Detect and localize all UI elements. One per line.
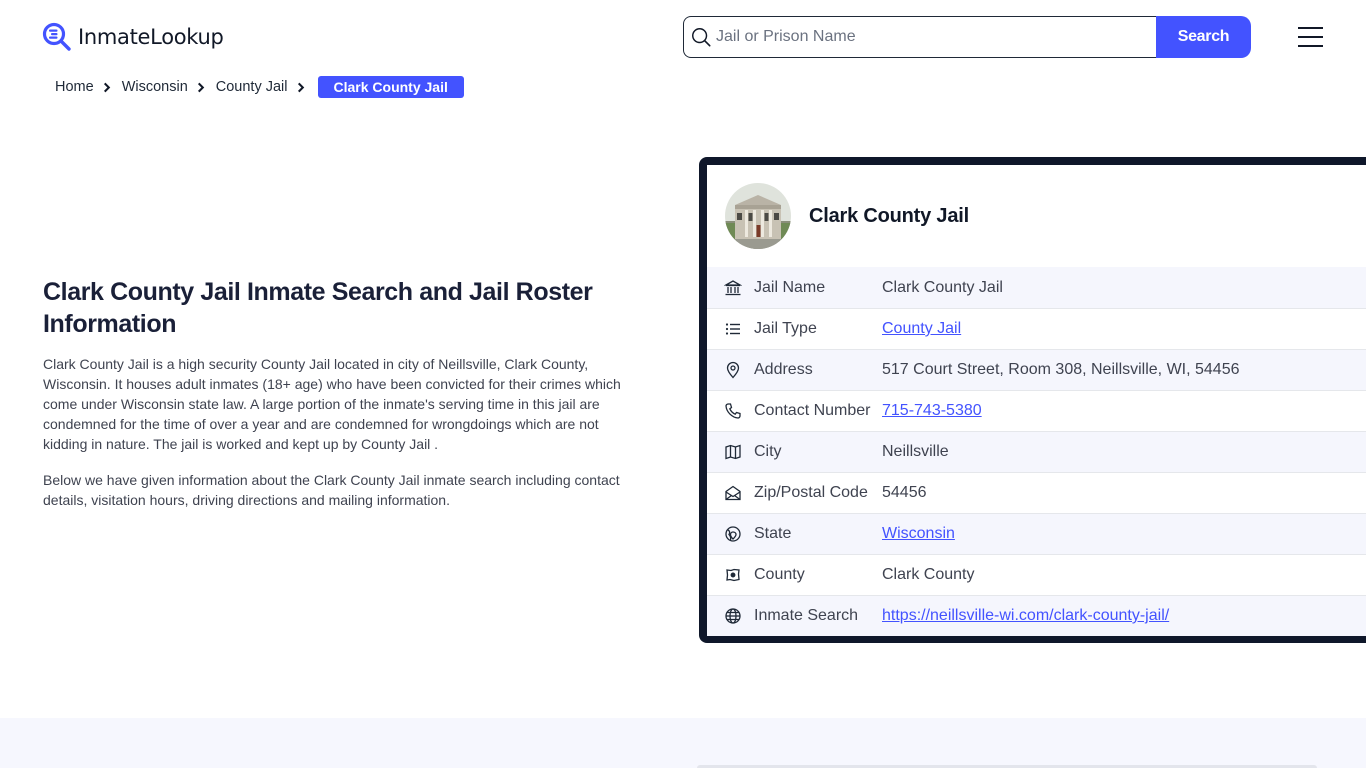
phone-link[interactable]: 715-743-5380 xyxy=(882,402,982,419)
info-row-city: City Neillsville xyxy=(707,431,1366,472)
info-row-zip: Zip/Postal Code 54456 xyxy=(707,472,1366,513)
info-row-inmate-search: Inmate Search https://neillsville-wi.com… xyxy=(707,595,1366,636)
phone-icon xyxy=(725,403,741,419)
jail-info-card: Clark County Jail Jail Name Clark County… xyxy=(699,157,1366,643)
breadcrumb-home[interactable]: Home xyxy=(55,79,94,95)
row-label: Zip/Postal Code xyxy=(754,484,868,501)
next-section-background xyxy=(0,718,1366,768)
bank-icon xyxy=(724,279,742,295)
info-row-address: Address 517 Court Street, Room 308, Neil… xyxy=(707,349,1366,390)
row-value: Neillsville xyxy=(882,443,949,460)
map-pin-icon xyxy=(726,361,740,379)
info-row-contact-number: Contact Number 715-743-5380 xyxy=(707,390,1366,431)
search-input[interactable] xyxy=(716,28,1156,46)
row-value: 517 Court Street, Room 308, Neillsville,… xyxy=(882,361,1240,378)
chevron-right-icon xyxy=(103,82,110,92)
breadcrumb-wisconsin[interactable]: Wisconsin xyxy=(122,79,188,95)
mail-open-icon xyxy=(725,485,741,501)
map-icon xyxy=(725,444,741,460)
info-row-state: State Wisconsin xyxy=(707,513,1366,554)
chevron-right-icon xyxy=(197,82,205,92)
state-link[interactable]: Wisconsin xyxy=(882,525,955,542)
info-row-jail-type: Jail Type County Jail xyxy=(707,308,1366,349)
globe-pin-icon xyxy=(725,526,741,542)
logo-link[interactable]: InmateLookup xyxy=(42,22,224,52)
search-field[interactable] xyxy=(683,16,1156,58)
row-label: Jail Name xyxy=(754,278,826,296)
breadcrumb-current: Clark County Jail xyxy=(317,76,464,98)
info-row-county: County Clark County xyxy=(707,554,1366,595)
row-label: County xyxy=(754,566,805,583)
globe-icon xyxy=(725,608,741,624)
search-icon xyxy=(692,28,711,47)
row-label: Address xyxy=(754,361,813,378)
menu-icon-bar xyxy=(1298,45,1323,47)
county-map-icon xyxy=(726,568,740,582)
chevron-right-icon xyxy=(297,82,304,92)
breadcrumb-county-jail[interactable]: County Jail xyxy=(216,79,288,95)
intro-paragraph: Below we have given information about th… xyxy=(43,472,620,508)
row-label: Inmate Search xyxy=(754,607,859,624)
row-label: City xyxy=(754,443,782,460)
row-label: State xyxy=(754,525,792,542)
row-label: Contact Number xyxy=(754,402,871,419)
row-label: Jail Type xyxy=(754,320,817,337)
list-icon xyxy=(725,323,740,335)
intro-text: Clark County Jail is a high security Cou… xyxy=(43,354,638,526)
hamburger-menu-button[interactable] xyxy=(1297,26,1325,48)
logo-magnifier-icon xyxy=(42,22,71,51)
logo-text: InmateLookup xyxy=(78,25,224,49)
jail-type-link[interactable]: County Jail xyxy=(882,320,961,337)
row-value: Clark County xyxy=(882,566,975,583)
card-header: Clark County Jail xyxy=(707,165,1366,267)
breadcrumb: Home Wisconsin County Jail Clark County … xyxy=(55,76,464,98)
row-value: Clark County Jail xyxy=(882,278,1003,296)
menu-icon-bar xyxy=(1298,27,1323,29)
intro-paragraph: Clark County Jail is a high security Cou… xyxy=(43,356,621,452)
search-button[interactable]: Search xyxy=(1156,16,1251,58)
inmate-search-link[interactable]: https://neillsville-wi.com/clark-county-… xyxy=(882,607,1169,624)
row-value: 54456 xyxy=(882,484,927,501)
page-title: Clark County Jail Inmate Search and Jail… xyxy=(43,278,593,338)
info-row-jail-name: Jail Name Clark County Jail xyxy=(707,267,1366,308)
jail-photo xyxy=(725,183,791,249)
search-form: Search xyxy=(683,16,1251,58)
info-table: Jail Name Clark County Jail Jail Type Co… xyxy=(707,267,1366,636)
menu-icon-bar xyxy=(1298,36,1323,38)
card-title: Clark County Jail xyxy=(809,204,969,227)
